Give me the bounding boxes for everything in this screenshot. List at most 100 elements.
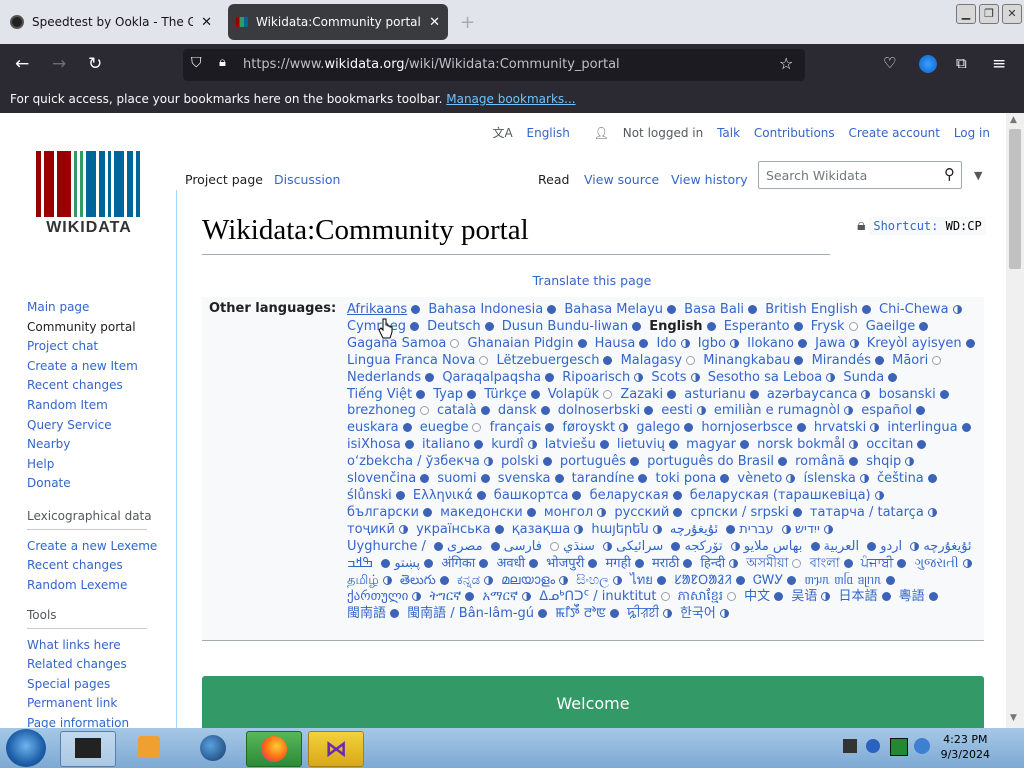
language-link[interactable]: emiliàn e rumagnòl — [714, 403, 840, 418]
language-link[interactable]: македонски — [440, 505, 523, 520]
language-link[interactable]: español — [861, 403, 912, 418]
language-link[interactable]: ਪੰਜਾਬੀ — [861, 556, 894, 571]
bookmark-star-icon[interactable]: ☆ — [779, 54, 793, 73]
scroll-up-icon[interactable]: ▲ — [1010, 115, 1017, 125]
language-link[interactable]: ئۇيغۇرچە — [670, 522, 718, 537]
manage-bookmarks-link[interactable]: Manage bookmarks... — [446, 92, 575, 106]
language-link[interactable]: Volapük — [548, 387, 599, 402]
language-link[interactable]: slovenčina — [347, 471, 416, 486]
browser-tab-wikidata[interactable]: Wikidata:Community portal - W ✕ — [228, 4, 448, 40]
language-link[interactable]: isiXhosa — [347, 437, 401, 452]
language-link[interactable]: پښتو — [394, 556, 420, 571]
tab-view-history[interactable]: View history — [671, 172, 748, 187]
language-link[interactable]: ᥖᥭᥰ ᥖᥬᥲ ᥑᥨᥒᥰ — [805, 573, 882, 588]
talk-link[interactable]: Talk — [717, 126, 740, 140]
language-link[interactable]: kurdî — [491, 437, 523, 452]
language-link[interactable]: मगही — [605, 556, 630, 571]
language-link[interactable]: Lingua Franca Nova — [347, 353, 475, 368]
scroll-down-icon[interactable]: ▼ — [1010, 713, 1017, 723]
url-text[interactable]: https://www.wikidata.org/wiki/Wikidata:C… — [243, 57, 620, 72]
language-link[interactable]: Ilokano — [747, 336, 794, 351]
language-link[interactable]: Gaeilge — [866, 319, 916, 334]
tab-read[interactable]: Read — [538, 172, 569, 187]
taskbar-app-window[interactable] — [60, 731, 116, 767]
sidebar-item-query-service[interactable]: Query Service — [27, 416, 138, 436]
language-link[interactable]: interlingua — [887, 420, 957, 435]
reload-icon[interactable]: ↻ — [88, 54, 102, 74]
language-link[interactable]: مصرى — [447, 539, 483, 554]
language-link[interactable]: български — [347, 505, 419, 520]
minimize-window-icon[interactable]: ▁ — [956, 4, 976, 24]
language-link[interactable]: עברית — [739, 522, 773, 537]
language-link[interactable]: тоҷикӣ — [347, 522, 395, 537]
language-link[interactable]: Cymraeg — [347, 319, 406, 334]
language-link[interactable]: Bahasa Indonesia — [428, 302, 543, 317]
language-link[interactable]: Māori — [892, 353, 928, 368]
pocket-icon[interactable]: ♡ — [883, 54, 896, 72]
language-link[interactable]: मराठी — [652, 556, 679, 571]
language-link[interactable]: eesti — [661, 403, 692, 418]
tracking-shield-icon[interactable]: ⛉ — [191, 55, 202, 71]
language-link[interactable]: татарча / tatarça — [810, 505, 924, 520]
language-link[interactable]: தமிழ் — [347, 573, 379, 588]
language-link[interactable]: Chi-Chewa — [879, 302, 949, 317]
language-link[interactable]: italiano — [422, 437, 470, 452]
language-link[interactable]: Ελληνικά — [413, 488, 473, 503]
language-link[interactable]: čeština — [877, 471, 924, 486]
language-link[interactable]: فارسی — [504, 539, 542, 554]
sidebar-item-create-item[interactable]: Create a new Item — [27, 357, 138, 377]
language-link[interactable]: Malagasy — [621, 353, 682, 368]
language-link[interactable]: ߒߞߏ — [347, 556, 373, 571]
language-link[interactable]: ᏣᎳᎩ — [753, 573, 783, 588]
language-link[interactable]: Sesotho sa Leboa — [708, 370, 822, 385]
sidebar-item-lexeme-recent-changes[interactable]: Recent changes — [27, 556, 157, 576]
sidebar-item-nearby[interactable]: Nearby — [27, 435, 138, 455]
language-link[interactable]: Gagana Samoa — [347, 336, 446, 351]
lock-icon[interactable]: 🔒︎ — [219, 55, 226, 70]
language-link[interactable]: ייִדיש — [795, 522, 820, 537]
taskbar-media-player[interactable] — [124, 731, 178, 765]
language-link[interactable]: oʻzbekcha / ўзбекча — [347, 454, 480, 469]
sidebar-item-project-chat[interactable]: Project chat — [27, 337, 138, 357]
language-link[interactable]: भोजपुरी — [546, 556, 584, 571]
language-link[interactable]: català — [437, 403, 477, 418]
language-link[interactable]: تۆرکجه — [684, 539, 722, 554]
language-link[interactable]: lietuvių — [617, 437, 665, 452]
language-link[interactable]: русский — [614, 505, 669, 520]
language-link[interactable]: Dusun Bundu-liwan — [502, 319, 628, 334]
language-link[interactable]: ಕನ್ನಡ — [457, 573, 480, 588]
language-link[interactable]: 吴语 — [791, 589, 817, 604]
account-icon[interactable] — [919, 55, 937, 73]
scrollbar-thumb[interactable] — [1009, 129, 1021, 269]
language-link[interactable]: سرائیکی — [616, 539, 663, 554]
language-link[interactable]: Bahasa Melayu — [564, 302, 663, 317]
translate-page-link[interactable]: Translate this page — [533, 273, 652, 288]
language-link[interactable]: ᱥᱟᱱᱛᱟᱲᱤ — [674, 573, 732, 588]
restore-window-icon[interactable]: ❐ — [979, 4, 999, 24]
close-tab-icon[interactable]: ✕ — [429, 15, 440, 30]
taskbar-visual-studio[interactable]: ⋈ — [308, 731, 364, 767]
forward-icon[interactable]: → — [52, 54, 66, 74]
volume-icon[interactable] — [914, 738, 930, 754]
language-link[interactable]: ქართული — [347, 589, 408, 604]
chevron-down-icon[interactable]: ▼ — [974, 169, 982, 182]
close-tab-icon[interactable]: ✕ — [201, 15, 212, 30]
language-link[interactable]: Basa Bali — [684, 302, 744, 317]
language-link[interactable]: ትግርኛ — [430, 589, 462, 604]
sidebar-item-donate[interactable]: Donate — [27, 474, 138, 494]
language-link[interactable]: íslenska — [804, 471, 856, 486]
tab-project-page[interactable]: Project page — [185, 172, 263, 187]
language-link[interactable]: 日本語 — [838, 589, 877, 604]
language-link[interactable]: latviešu — [545, 437, 596, 452]
language-link[interactable]: français — [490, 420, 542, 435]
language-link[interactable]: ᐃᓄᒃᑎᑐᑦ / inuktitut — [539, 589, 656, 604]
login-link[interactable]: Log in — [954, 126, 990, 140]
language-link[interactable]: қазақша — [512, 522, 570, 537]
taskbar-firefox[interactable] — [246, 731, 302, 767]
language-link[interactable]: العربية — [824, 539, 860, 554]
language-link[interactable]: 閩南語 / Bân-lâm-gú — [407, 606, 534, 621]
language-link[interactable]: हिन्दी — [701, 556, 726, 571]
language-link[interactable]: português — [560, 454, 626, 469]
language-link[interactable]: ꠍꠤꠟꠐꠤ — [627, 606, 659, 621]
language-link[interactable]: српски / srpski — [690, 505, 788, 520]
